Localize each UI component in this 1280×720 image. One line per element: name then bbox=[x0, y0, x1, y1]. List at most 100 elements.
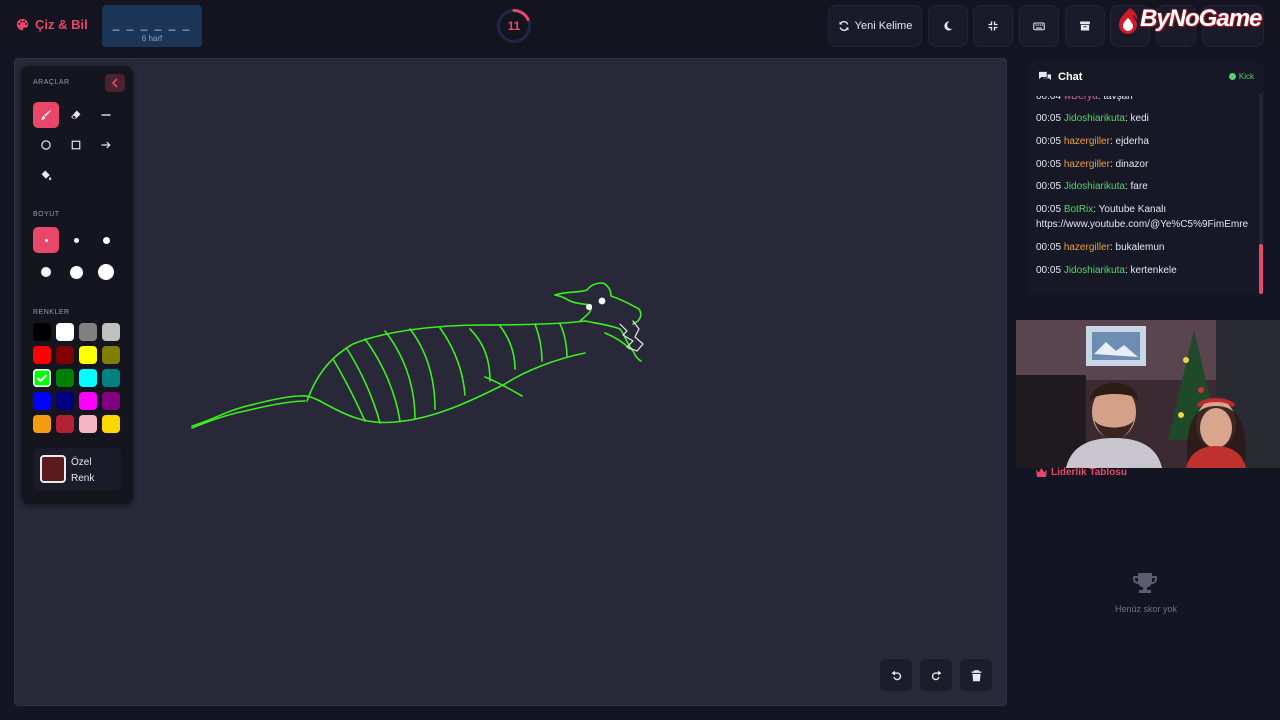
message-username[interactable]: Jidoshiarikuta bbox=[1064, 265, 1125, 276]
size-option-5[interactable] bbox=[63, 259, 89, 285]
message-text: bukalemun bbox=[1115, 242, 1165, 253]
archive-icon bbox=[1080, 21, 1090, 31]
chat-header: Chat Kick bbox=[1028, 62, 1264, 92]
size-option-6[interactable] bbox=[93, 259, 119, 285]
leaderboard-title: Liderlik Tablosu bbox=[1051, 467, 1127, 478]
color-swatch[interactable] bbox=[56, 369, 74, 387]
fullscreen-button[interactable] bbox=[973, 5, 1013, 47]
color-swatch[interactable] bbox=[79, 415, 97, 433]
color-swatch[interactable] bbox=[56, 392, 74, 410]
chat-title: Chat bbox=[1058, 71, 1083, 83]
color-swatch[interactable] bbox=[33, 323, 51, 341]
app-brand[interactable]: Çiz & Bil bbox=[16, 17, 88, 32]
size-option-1[interactable] bbox=[33, 227, 59, 253]
redo-button[interactable] bbox=[920, 659, 952, 691]
message-time: 00:05 bbox=[1036, 242, 1064, 253]
message-time: 00:05 bbox=[1036, 181, 1064, 192]
chat-scrollbar[interactable] bbox=[1259, 94, 1263, 294]
color-swatch[interactable] bbox=[33, 392, 51, 410]
chat-message: 00:05 hazergiller: dinazor bbox=[1036, 159, 1149, 170]
chat-message: 00:05 BotRix: Youtube Kanalı bbox=[1036, 204, 1167, 215]
circle-tool[interactable] bbox=[33, 132, 59, 158]
message-text: fare bbox=[1130, 181, 1148, 192]
color-swatch[interactable] bbox=[79, 346, 97, 364]
color-swatch[interactable] bbox=[79, 369, 97, 387]
leaderboard-header: Liderlik Tablosu bbox=[1036, 467, 1127, 478]
chat-messages: 00:04 wDerya: tavşan 00:05 Jidoshiarikuta… bbox=[1036, 96, 1264, 286]
online-dot-icon bbox=[1228, 73, 1236, 80]
colors-section-label: RENKLER bbox=[33, 309, 70, 316]
color-swatch[interactable] bbox=[56, 323, 74, 341]
message-username[interactable]: Jidoshiarikuta bbox=[1064, 181, 1125, 192]
color-swatch[interactable] bbox=[56, 415, 74, 433]
line-tool[interactable] bbox=[93, 102, 119, 128]
drawing-strokes bbox=[191, 282, 644, 429]
square-icon bbox=[71, 140, 81, 150]
palette-icon bbox=[16, 18, 29, 31]
color-swatch[interactable] bbox=[33, 415, 51, 433]
fill-tool[interactable] bbox=[33, 162, 59, 188]
message-time: 00:05 bbox=[1036, 136, 1064, 147]
trash-icon bbox=[971, 669, 981, 681]
chat-message: 00:04 wDerya: tavşan bbox=[1036, 96, 1133, 104]
moon-icon bbox=[944, 21, 953, 31]
message-username[interactable]: hazergiller bbox=[1064, 159, 1110, 170]
custom-color-picker[interactable]: Özel Renk bbox=[33, 448, 121, 490]
size-option-4[interactable] bbox=[33, 259, 59, 285]
compress-icon bbox=[988, 21, 998, 31]
bynogame-watermark: ByNoGame bbox=[1114, 4, 1264, 38]
watermark-text: ByNoGame bbox=[1140, 5, 1262, 32]
message-time: 00:05 bbox=[1036, 265, 1064, 276]
drawing-canvas[interactable] bbox=[14, 58, 1007, 706]
message-username[interactable]: hazergiller bbox=[1064, 242, 1110, 253]
rectangle-tool[interactable] bbox=[63, 132, 89, 158]
chevron-left-icon bbox=[111, 78, 118, 88]
custom-color-label: Özel Renk bbox=[71, 457, 95, 484]
color-swatch[interactable] bbox=[33, 346, 51, 364]
message-username[interactable]: hazergiller bbox=[1064, 136, 1110, 147]
dark-mode-button[interactable] bbox=[928, 5, 968, 47]
color-swatch[interactable] bbox=[79, 392, 97, 410]
arrow-tool[interactable] bbox=[93, 132, 119, 158]
brush-tool[interactable] bbox=[33, 102, 59, 128]
chat-message: 00:05 Jidoshiarikuta: fare bbox=[1036, 181, 1148, 192]
undo-button[interactable] bbox=[880, 659, 912, 691]
color-swatch[interactable] bbox=[102, 323, 120, 341]
clear-canvas-button[interactable] bbox=[960, 659, 992, 691]
word-hint-box: _ _ _ _ _ _ 6 harf bbox=[102, 5, 202, 47]
message-text: kertenkele bbox=[1130, 265, 1177, 276]
eraser-tool[interactable] bbox=[63, 102, 89, 128]
color-swatch[interactable] bbox=[56, 346, 74, 364]
fill-bucket-icon bbox=[41, 170, 52, 181]
redo-icon bbox=[931, 670, 941, 680]
message-time: 00:05 bbox=[1036, 113, 1064, 124]
message-text: ejderha bbox=[1115, 136, 1149, 147]
archive-button[interactable] bbox=[1065, 5, 1105, 47]
trophy-icon bbox=[1133, 573, 1157, 593]
collapse-panel-button[interactable] bbox=[105, 74, 125, 92]
new-word-button[interactable]: Yeni Kelime bbox=[828, 5, 922, 47]
message-time: 00:05 bbox=[1036, 159, 1064, 170]
color-swatch[interactable] bbox=[102, 392, 120, 410]
color-swatch[interactable] bbox=[33, 369, 51, 387]
app-title: Çiz & Bil bbox=[35, 17, 88, 32]
message-username[interactable]: Jidoshiarikuta bbox=[1064, 113, 1125, 124]
size-option-3[interactable] bbox=[93, 227, 119, 253]
brush-icon bbox=[41, 110, 51, 120]
webcam-image bbox=[1016, 320, 1280, 468]
color-swatch[interactable] bbox=[102, 346, 120, 364]
size-option-2[interactable] bbox=[63, 227, 89, 253]
keyboard-icon bbox=[1033, 22, 1045, 31]
message-username[interactable]: BotRix bbox=[1064, 204, 1093, 215]
message-text: kedi bbox=[1130, 113, 1149, 124]
message-username[interactable]: wDerya bbox=[1064, 96, 1098, 102]
color-swatch[interactable] bbox=[102, 369, 120, 387]
chat-message: https://www.youtube.com/@Ye%C5%9FimEmre bbox=[1036, 218, 1248, 232]
line-icon bbox=[101, 114, 111, 116]
scrollbar-thumb[interactable] bbox=[1259, 244, 1263, 294]
comments-icon bbox=[1039, 71, 1051, 80]
color-swatch[interactable] bbox=[79, 323, 97, 341]
new-word-label: Yeni Kelime bbox=[854, 20, 913, 32]
color-swatch[interactable] bbox=[102, 415, 120, 433]
keyboard-button[interactable] bbox=[1019, 5, 1059, 47]
